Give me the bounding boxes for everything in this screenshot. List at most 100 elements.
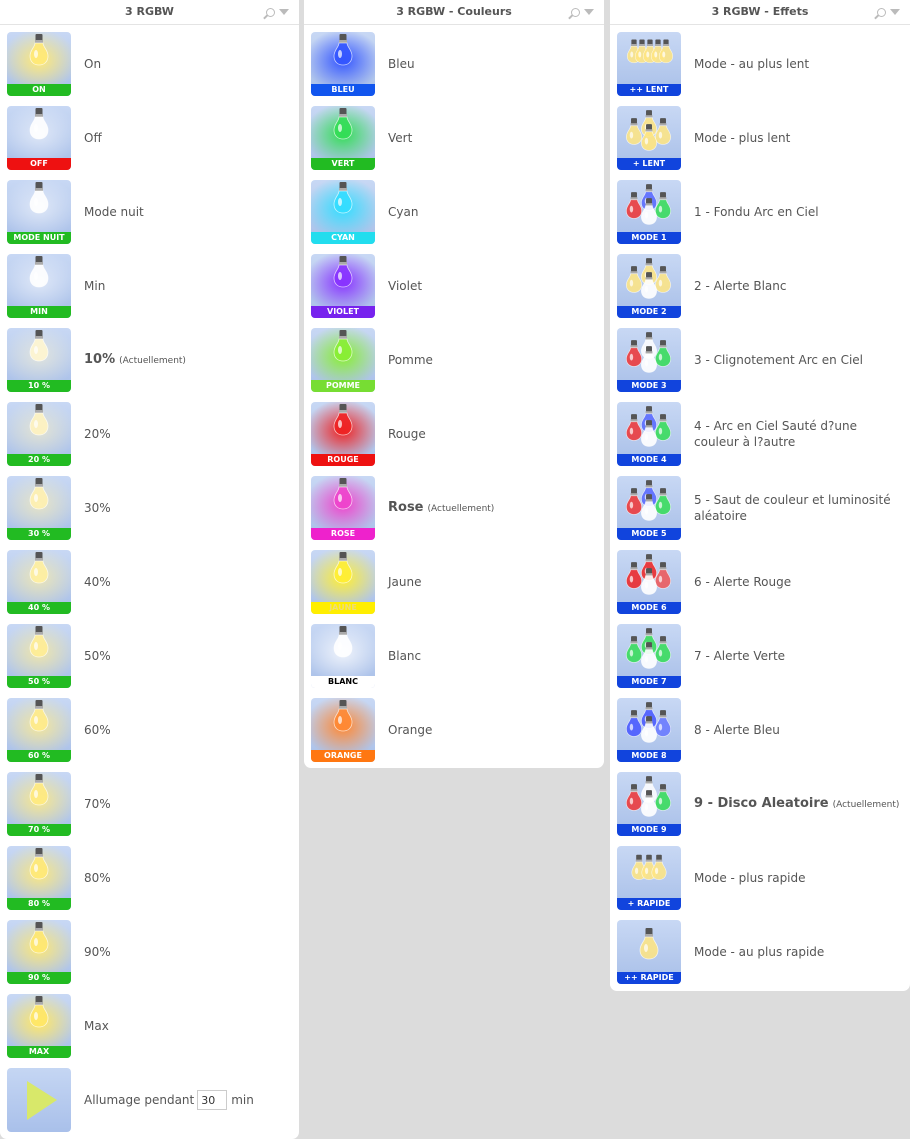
tile-label: ON xyxy=(7,84,71,96)
list-item[interactable]: BLANC Blanc xyxy=(311,624,604,688)
light-tile-button[interactable]: 90 % xyxy=(7,920,71,984)
light-tile-button[interactable]: MODE 4 xyxy=(617,402,681,466)
light-tile-button[interactable]: ON xyxy=(7,32,71,96)
light-tile-button[interactable]: OFF xyxy=(7,106,71,170)
item-text: Min xyxy=(84,254,291,318)
item-label: 40% xyxy=(84,575,111,589)
list-item[interactable]: MAX Max xyxy=(7,994,299,1058)
light-tile-button[interactable]: VERT xyxy=(311,106,375,170)
list-item[interactable]: MODE 8 8 - Alerte Bleu xyxy=(617,698,910,762)
item-text: 20% xyxy=(84,402,291,466)
list-item[interactable]: MODE 3 3 - Clignotement Arc en Ciel xyxy=(617,328,910,392)
light-tile-button[interactable]: MODE 8 xyxy=(617,698,681,762)
search-icon[interactable] xyxy=(571,7,580,17)
list-item[interactable]: 60 % 60% xyxy=(7,698,299,762)
list-item[interactable]: MODE NUIT Mode nuit xyxy=(7,180,299,244)
list-item[interactable]: MODE 1 1 - Fondu Arc en Ciel xyxy=(617,180,910,244)
light-tile-button[interactable]: BLEU xyxy=(311,32,375,96)
list-item[interactable]: BLEU Bleu xyxy=(311,32,604,96)
item-label: 2 - Alerte Blanc xyxy=(694,279,787,293)
light-tile-button[interactable]: POMME xyxy=(311,328,375,392)
list-item[interactable]: MIN Min xyxy=(7,254,299,318)
list-item[interactable]: MODE 4 4 - Arc en Ciel Sauté d?une couleu… xyxy=(617,402,910,466)
chevron-down-icon[interactable] xyxy=(890,9,900,15)
list-item[interactable]: 50 % 50% xyxy=(7,624,299,688)
search-icon[interactable] xyxy=(266,7,275,17)
list-item[interactable]: MODE 2 2 - Alerte Blanc xyxy=(617,254,910,318)
light-tile-button[interactable]: 70 % xyxy=(7,772,71,836)
light-tile-button[interactable]: MODE 1 xyxy=(617,180,681,244)
tile-label: OFF xyxy=(7,158,71,170)
light-tile-button[interactable]: MAX xyxy=(7,994,71,1058)
light-tile-button[interactable]: 30 % xyxy=(7,476,71,540)
item-text: 10% (Actuellement) xyxy=(84,328,291,392)
light-tile-button[interactable]: MIN xyxy=(7,254,71,318)
chevron-down-icon[interactable] xyxy=(584,9,594,15)
light-tile-button[interactable]: + LENT xyxy=(617,106,681,170)
light-tile-button[interactable]: VIOLET xyxy=(311,254,375,318)
light-tile-button[interactable]: ORANGE xyxy=(311,698,375,762)
light-tile-button[interactable]: 60 % xyxy=(7,698,71,762)
light-tile-button[interactable]: 50 % xyxy=(7,624,71,688)
list-item[interactable]: MODE 6 6 - Alerte Rouge xyxy=(617,550,910,614)
list-item[interactable]: 30 % 30% xyxy=(7,476,299,540)
list-item[interactable]: + RAPIDE Mode - plus rapide xyxy=(617,846,910,910)
light-tile-button[interactable]: JAUNE xyxy=(311,550,375,614)
list-item[interactable]: 10 % 10% (Actuellement) xyxy=(7,328,299,392)
list-item[interactable]: POMME Pomme xyxy=(311,328,604,392)
list-item[interactable]: 80 % 80% xyxy=(7,846,299,910)
light-tile-button[interactable]: BLANC xyxy=(311,624,375,688)
light-tile-button[interactable]: MODE NUIT xyxy=(7,180,71,244)
list-item[interactable]: OFF Off xyxy=(7,106,299,170)
item-text: Cyan xyxy=(388,180,596,244)
item-label: 90% xyxy=(84,945,111,959)
light-tile-button[interactable]: CYAN xyxy=(311,180,375,244)
item-text: 70% xyxy=(84,772,291,836)
list-item[interactable]: VIOLET Violet xyxy=(311,254,604,318)
list-item[interactable]: MODE 5 5 - Saut de couleur et luminosité … xyxy=(617,476,910,540)
light-tile-button[interactable]: ROSE xyxy=(311,476,375,540)
light-tile-button[interactable]: ROUGE xyxy=(311,402,375,466)
list-item[interactable]: ++ RAPIDE Mode - au plus rapide xyxy=(617,920,910,984)
list-item[interactable]: ROUGE Rouge xyxy=(311,402,604,466)
timer-minutes-input[interactable] xyxy=(197,1090,228,1110)
timer-play-button[interactable] xyxy=(7,1068,71,1132)
list-item[interactable]: 40 % 40% xyxy=(7,550,299,614)
list-item[interactable]: ON On xyxy=(7,32,299,96)
item-label: Pomme xyxy=(388,353,433,367)
chevron-down-icon[interactable] xyxy=(279,9,289,15)
tile-label: BLANC xyxy=(311,676,375,688)
light-tile-button[interactable]: MODE 3 xyxy=(617,328,681,392)
list-item[interactable]: JAUNE Jaune xyxy=(311,550,604,614)
light-tile-button[interactable]: 20 % xyxy=(7,402,71,466)
tile-label: MIN xyxy=(7,306,71,318)
light-tile-button[interactable]: 10 % xyxy=(7,328,71,392)
list-item[interactable]: ORANGE Orange xyxy=(311,698,604,762)
light-tile-button[interactable]: MODE 7 xyxy=(617,624,681,688)
light-tile-button[interactable]: MODE 2 xyxy=(617,254,681,318)
light-tile-button[interactable]: MODE 5 xyxy=(617,476,681,540)
list-item[interactable]: ++ LENT Mode - au plus lent xyxy=(617,32,910,96)
list-item[interactable]: 90 % 90% xyxy=(7,920,299,984)
light-tile-button[interactable]: 40 % xyxy=(7,550,71,614)
list-item[interactable]: VERT Vert xyxy=(311,106,604,170)
list-item[interactable]: 70 % 70% xyxy=(7,772,299,836)
list-item[interactable]: MODE 7 7 - Alerte Verte xyxy=(617,624,910,688)
light-tile-button[interactable]: ++ RAPIDE xyxy=(617,920,681,984)
light-tile-button[interactable]: MODE 6 xyxy=(617,550,681,614)
panel-3-rgbw: 3 RGBW ON On OFF Off MODE NUIT Mode nuit MIN Mi… xyxy=(0,0,299,1139)
light-tile-button[interactable]: ++ LENT xyxy=(617,32,681,96)
list-item[interactable]: + LENT Mode - plus lent xyxy=(617,106,910,170)
list-item[interactable]: MODE 9 9 - Disco Aleatoire (Actuellement) xyxy=(617,772,910,836)
search-icon[interactable] xyxy=(877,7,886,17)
light-tile-button[interactable]: 80 % xyxy=(7,846,71,910)
list-item[interactable]: ROSE Rose (Actuellement) xyxy=(311,476,604,540)
light-tile-button[interactable]: + RAPIDE xyxy=(617,846,681,910)
item-text: 1 - Fondu Arc en Ciel xyxy=(694,180,902,244)
light-tile-button[interactable]: MODE 9 xyxy=(617,772,681,836)
tile-label: ROSE xyxy=(311,528,375,540)
tile-label: MODE 4 xyxy=(617,454,681,466)
list-item[interactable]: 20 % 20% xyxy=(7,402,299,466)
list-item[interactable]: CYAN Cyan xyxy=(311,180,604,244)
tile-label: 50 % xyxy=(7,676,71,688)
